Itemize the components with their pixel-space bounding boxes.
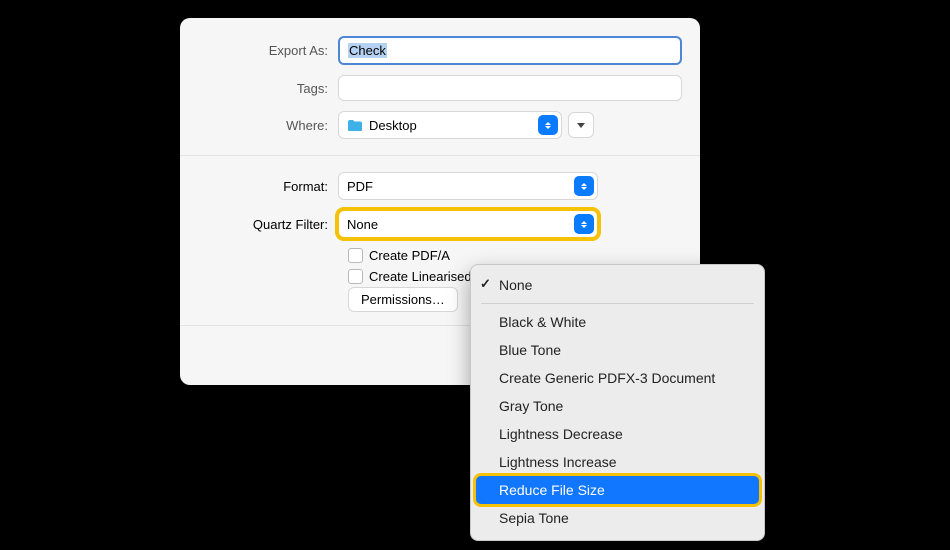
updown-icon [538, 115, 558, 135]
create-pdfa-label: Create PDF/A [369, 248, 450, 263]
expand-where-button[interactable] [568, 112, 594, 138]
updown-icon [574, 214, 594, 234]
where-label: Where: [198, 118, 338, 133]
checkbox-icon[interactable] [348, 248, 363, 263]
quartz-filter-label: Quartz Filter: [198, 217, 338, 232]
menu-item[interactable]: Blue Tone [471, 336, 764, 364]
tags-label: Tags: [198, 81, 338, 96]
where-select[interactable]: Desktop [338, 111, 562, 139]
menu-item[interactable]: Sepia Tone [471, 504, 764, 532]
permissions-button[interactable]: Permissions… [348, 287, 458, 312]
export-as-value: Check [348, 43, 387, 58]
export-as-label: Export As: [198, 43, 338, 58]
menu-item-reduce-file-size[interactable]: Reduce File Size [476, 476, 759, 504]
where-value: Desktop [369, 118, 417, 133]
section-location: Export As: Check Tags: Where: Desktop [180, 18, 700, 155]
menu-item[interactable]: Black & White [471, 308, 764, 336]
updown-icon [574, 176, 594, 196]
export-as-input[interactable]: Check [338, 36, 682, 65]
menu-item[interactable]: Create Generic PDFX-3 Document [471, 364, 764, 392]
format-label: Format: [198, 179, 338, 194]
format-select[interactable]: PDF [338, 172, 598, 200]
chevron-down-icon [577, 123, 585, 128]
menu-item-none[interactable]: None [471, 271, 764, 299]
tags-input[interactable] [338, 75, 682, 101]
quartz-filter-value: None [347, 217, 378, 232]
quartz-filter-menu: None Black & White Blue Tone Create Gene… [470, 264, 765, 541]
menu-item[interactable]: Lightness Increase [471, 448, 764, 476]
menu-item[interactable]: Gray Tone [471, 392, 764, 420]
menu-divider [481, 303, 754, 304]
folder-icon [347, 119, 363, 132]
format-value: PDF [347, 179, 373, 194]
checkbox-icon[interactable] [348, 269, 363, 284]
menu-item[interactable]: Lightness Decrease [471, 420, 764, 448]
create-pdfa-row[interactable]: Create PDF/A [348, 248, 682, 263]
quartz-filter-select[interactable]: None [338, 210, 598, 238]
